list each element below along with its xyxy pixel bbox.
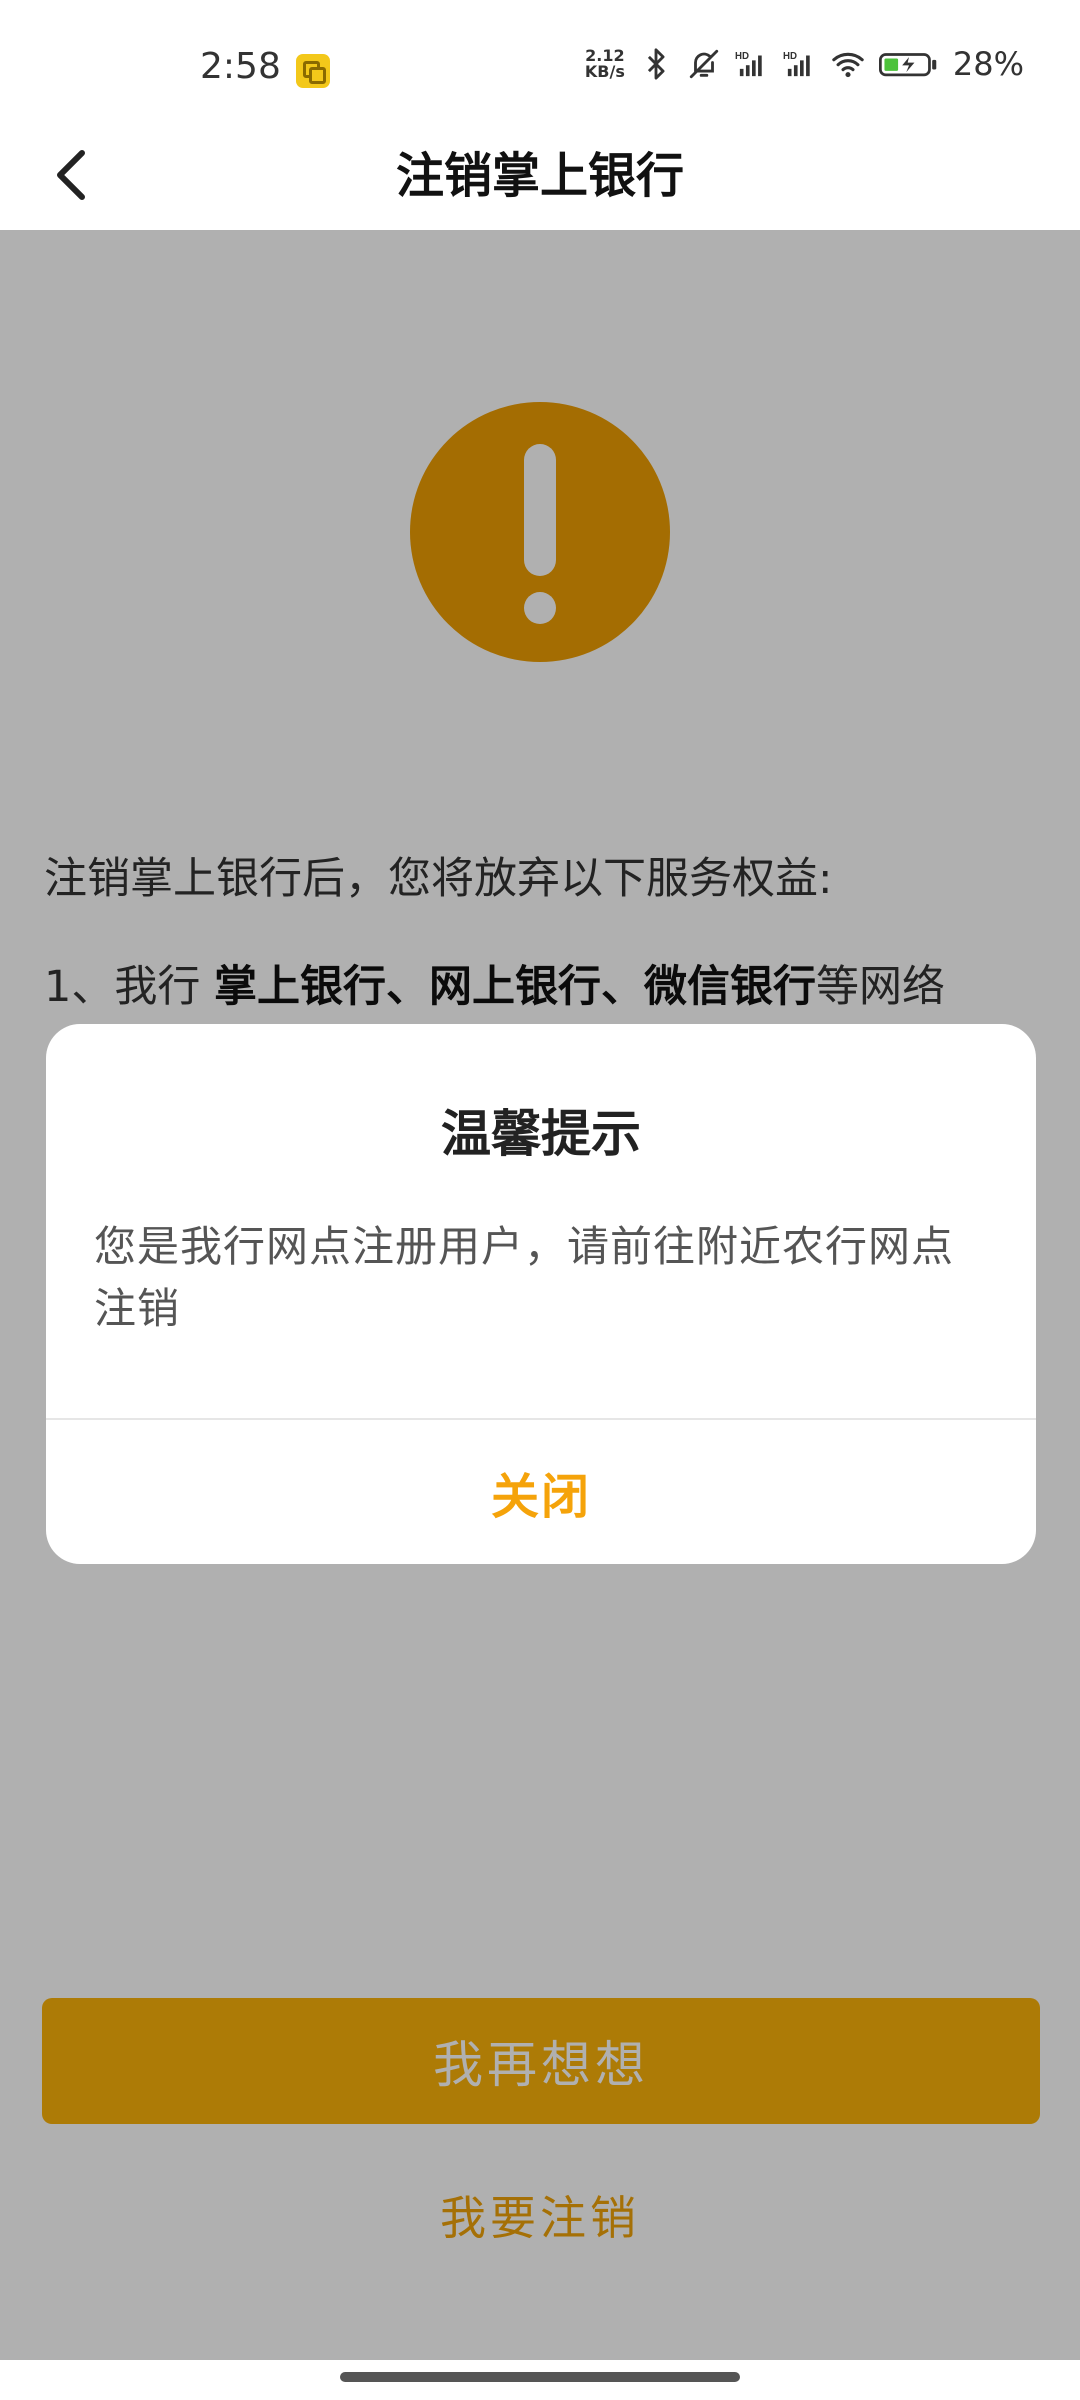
wifi-icon [832, 52, 864, 78]
battery-charging-icon [878, 53, 937, 77]
home-indicator[interactable] [340, 2372, 740, 2382]
tip-dialog: 温馨提示 您是我行网点注册用户，请前往附近农行网点注销 关闭 [46, 1024, 1036, 1564]
status-time: 2:58 [200, 46, 281, 87]
dialog-title: 温馨提示 [441, 1105, 641, 1163]
svg-text:HD: HD [735, 51, 749, 62]
hd-signal-icon: HD [735, 51, 762, 77]
status-icons: 2.12 KB/s HD HD 28% [585, 44, 1024, 84]
mute-bell-icon [689, 49, 719, 79]
nav-bar: 注销掌上银行 [0, 120, 1080, 230]
gesture-bar [0, 2360, 1080, 2400]
page-title: 注销掌上银行 [395, 148, 684, 204]
battery-percent: 28% [952, 45, 1024, 83]
app-notification-icon [296, 54, 330, 88]
hd-signal-icon: HD [783, 51, 810, 77]
network-speed: 2.12 KB/s [585, 48, 625, 80]
status-bar: 2:58 2.12 KB/s HD HD 28% [0, 0, 1080, 140]
network-speed-unit: KB/s [584, 62, 625, 81]
bluetooth-icon [647, 48, 665, 80]
dialog-message: 您是我行网点注册用户，请前往附近农行网点注销 [94, 1222, 955, 1333]
close-button[interactable]: 关闭 [46, 1420, 1036, 1564]
svg-text:HD: HD [783, 51, 797, 62]
